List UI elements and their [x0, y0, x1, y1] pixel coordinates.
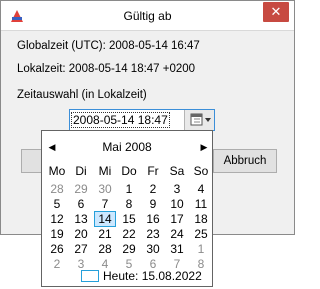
calendar-day[interactable]: 9: [142, 196, 164, 212]
weekday-sa: Sa: [169, 164, 185, 178]
calendar-day[interactable]: 3: [166, 181, 188, 197]
calendar-day[interactable]: 28: [46, 181, 68, 197]
month-title[interactable]: Mai 2008: [62, 140, 192, 154]
calendar-day[interactable]: 1: [190, 241, 212, 257]
calendar-day[interactable]: 17: [166, 211, 188, 227]
cancel-button[interactable]: Abbruch: [213, 149, 277, 173]
calendar-day[interactable]: 8: [118, 196, 140, 212]
calendar-day[interactable]: 7: [94, 196, 116, 212]
next-month-icon[interactable]: ▶: [198, 139, 210, 155]
calendar-day[interactable]: 12: [46, 211, 68, 227]
weekday-mi: Mi: [98, 164, 112, 178]
calendar-day[interactable]: 19: [46, 226, 68, 242]
calendar-dropdown-button[interactable]: [184, 110, 214, 130]
calendar-day[interactable]: 28: [94, 241, 116, 257]
calendar-day[interactable]: 29: [70, 181, 92, 197]
global-time-text: Globalzeit (UTC): 2008-05-14 16:47: [17, 40, 200, 52]
calendar-day[interactable]: 1: [118, 181, 140, 197]
calendar-day[interactable]: 23: [142, 226, 164, 242]
calendar-day[interactable]: 13: [70, 211, 92, 227]
local-time-text: Lokalzeit: 2008-05-14 18:47 +0200: [17, 63, 196, 75]
calendar-day[interactable]: 20: [70, 226, 92, 242]
calendar-header: ◀ Mai 2008 ▶: [42, 139, 212, 155]
window-title: Gültig ab: [123, 9, 172, 23]
calendar-day[interactable]: 27: [70, 241, 92, 257]
weekday-do: Do: [121, 164, 137, 178]
calendar-day[interactable]: 5: [46, 196, 68, 212]
calendar-day[interactable]: 22: [118, 226, 140, 242]
today-footer[interactable]: Heute: 15.08.2022: [42, 268, 212, 284]
calendar-icon: [190, 113, 211, 126]
calendar-day[interactable]: 31: [166, 241, 188, 257]
close-button[interactable]: ✕: [263, 2, 289, 22]
calendar-day[interactable]: 26: [46, 241, 68, 257]
weekday-di: Di: [75, 164, 87, 178]
calendar-day[interactable]: 16: [142, 211, 164, 227]
datetime-value[interactable]: 2008-05-14 18:47: [71, 112, 170, 128]
weekday-fr: Fr: [147, 164, 159, 178]
calendar-day[interactable]: 29: [118, 241, 140, 257]
calendar-dropdown: ◀ Mai 2008 ▶ Mo Di Mi Do Fr Sa So 28 29 …: [41, 130, 213, 287]
calendar-day[interactable]: 25: [190, 226, 212, 242]
calendar-day[interactable]: 2: [142, 181, 164, 197]
calendar-day[interactable]: 21: [94, 226, 116, 242]
time-selection-label: Zeitauswahl (in Lokalzeit): [17, 89, 147, 101]
calendar-day[interactable]: 30: [94, 181, 116, 197]
previous-month-icon[interactable]: ◀: [46, 139, 58, 155]
today-label[interactable]: Heute: 15.08.2022: [103, 269, 202, 283]
calendar-day[interactable]: 18: [190, 211, 212, 227]
weekday-mo: Mo: [48, 164, 66, 178]
calendar-day[interactable]: 15: [118, 211, 140, 227]
today-marker-icon: [81, 270, 99, 282]
calendar-day-selected[interactable]: 14: [94, 211, 116, 227]
datetime-picker[interactable]: 2008-05-14 18:47: [69, 109, 215, 131]
calendar-day[interactable]: 11: [190, 196, 212, 212]
calendar-day[interactable]: 30: [142, 241, 164, 257]
title-bar: Gültig ab ✕: [1, 1, 294, 31]
calendar-day[interactable]: 6: [70, 196, 92, 212]
calendar-day[interactable]: 24: [166, 226, 188, 242]
weekday-so: So: [193, 164, 209, 178]
weekday-header-row: Mo Di Mi Do Fr Sa So: [42, 164, 212, 180]
calendar-day[interactable]: 4: [190, 181, 212, 197]
calendar-day[interactable]: 10: [166, 196, 188, 212]
